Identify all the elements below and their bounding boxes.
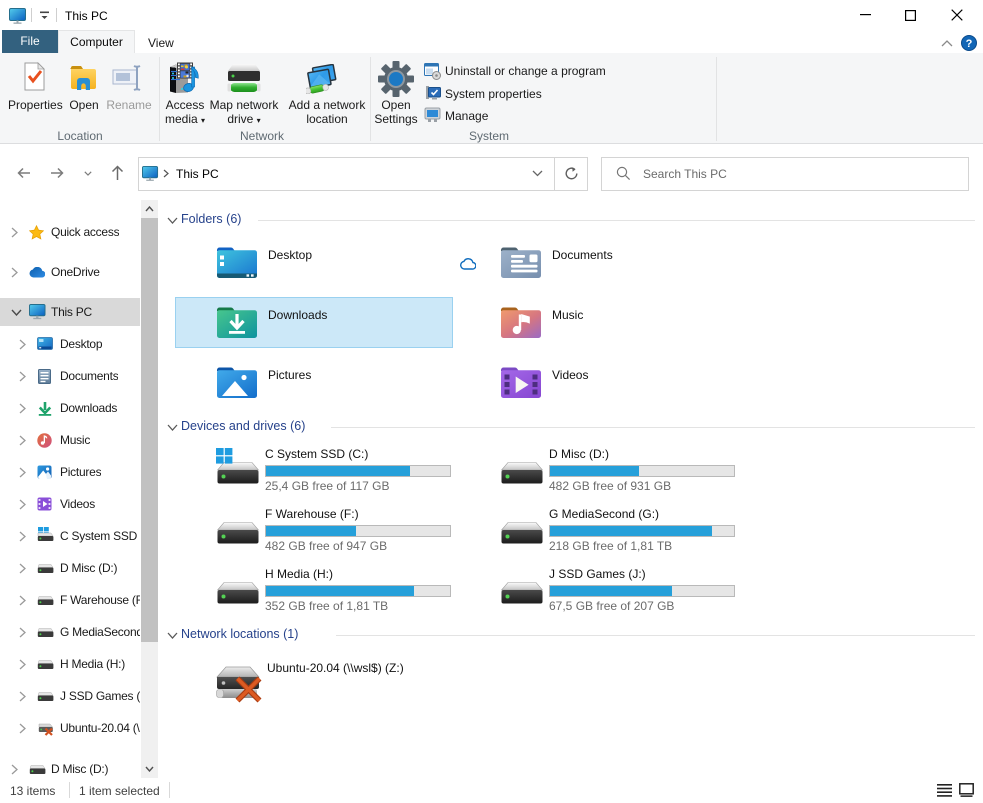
svg-text:?: ? xyxy=(966,38,973,50)
